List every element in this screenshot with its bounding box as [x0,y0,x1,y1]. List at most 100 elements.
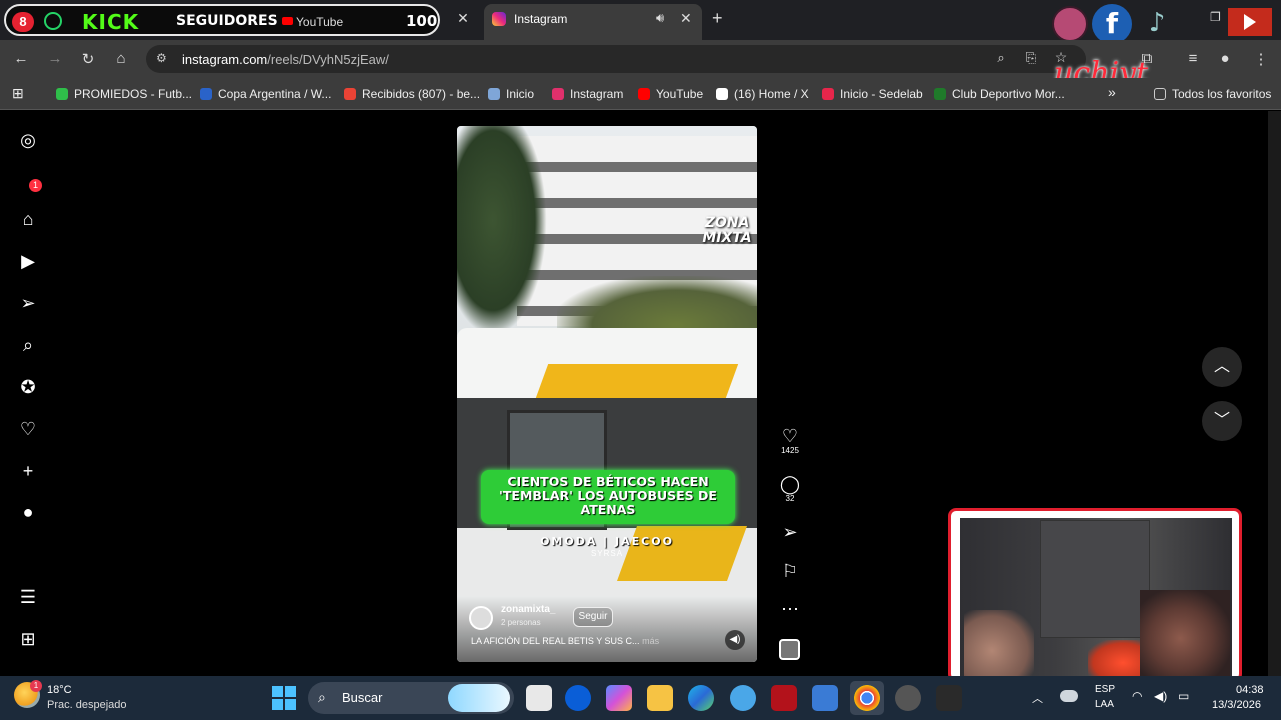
bookmark-item[interactable]: Copa Argentina / W... [200,87,331,101]
author-avatar[interactable] [469,606,493,630]
bookmark-item[interactable]: Club Deportivo Mor... [934,87,1065,101]
taskbar-search[interactable]: ⌕ Buscar [308,682,514,714]
bookmark-item[interactable]: Instagram [552,87,623,101]
instagram-logo-icon [1052,6,1088,42]
speaker-icon[interactable]: 🔊︎ [656,10,664,26]
description-text: LA AFICIÓN DEL REAL BETIS Y SUS C... [471,636,640,646]
store-icon[interactable] [812,685,838,711]
reading-list-icon[interactable]: ≡ [1184,50,1202,67]
file-explorer-icon[interactable] [647,685,673,711]
create-plus-icon[interactable]: + [17,460,39,482]
tab-instagram[interactable]: Instagram 🔊︎ ✕ [484,4,702,40]
onedrive-icon[interactable] [1060,690,1078,702]
obs-icon[interactable] [895,685,921,711]
copilot-icon[interactable] [606,685,632,711]
like-button[interactable]: ♡ 1425 [778,426,802,455]
apps-grid-icon[interactable]: ⊞ [12,85,24,102]
restore-window-icon[interactable]: ❐ [1210,10,1221,24]
profile-avatar-icon[interactable]: ● [1216,50,1234,67]
clock-date[interactable]: 13/3/2026 [1212,699,1261,711]
zoom-icon[interactable]: ⌕ [992,50,1010,66]
bookmark-label: Todos los favoritos [1172,87,1272,101]
site-info-icon[interactable]: ⚙ [156,51,172,67]
bookmark-item[interactable]: Inicio [488,87,534,101]
back-icon[interactable]: ← [12,50,30,67]
weather-app-icon[interactable] [730,685,756,711]
forward-icon[interactable]: → [46,50,64,67]
bookmark-label: YouTube [656,87,704,101]
language-indicator[interactable]: ESP [1095,684,1115,695]
share-button[interactable]: ➢ [778,522,802,542]
home-icon[interactable]: ⌂ [17,208,39,230]
more-options-button[interactable]: ⋯ [778,599,802,619]
author-username[interactable]: zonamixta_ [501,604,555,615]
start-button[interactable] [272,686,296,710]
reload-icon[interactable]: ↻ [79,50,97,68]
notifications-heart-icon[interactable]: ♡ [17,418,39,440]
tab-youtube-label[interactable]: YouTube [296,15,343,29]
battery-icon[interactable]: ▭ [1178,689,1189,703]
weather-description[interactable]: Prac. despejado [47,699,127,711]
explore-icon[interactable]: ✪ [17,376,39,398]
mute-icon[interactable]: ◀) [725,630,745,650]
close-tab-icon[interactable]: ✕ [456,10,470,28]
show-hidden-icons-chevron-icon[interactable]: ︿ [1032,690,1043,706]
threads-icon[interactable]: ⊞ [17,628,39,650]
youtube-icon [282,17,293,25]
reels-icon[interactable]: ▶ [17,250,39,272]
task-view-icon[interactable] [526,685,552,711]
bookmark-icon: ⚐ [781,561,799,581]
mcafee-icon[interactable] [771,685,797,711]
tagged-people[interactable]: 2 personas [501,618,541,627]
bookmark-item[interactable]: PROMIEDOS - Futb... [56,87,192,101]
bookmark-label: (16) Home / X [734,87,809,101]
previous-reel-button[interactable]: ︿ [1202,347,1242,387]
search-highlight-image [448,684,510,712]
menu-icon[interactable]: ⋮ [1252,50,1270,68]
keyboard-layout-indicator[interactable]: LAA [1095,699,1114,710]
reel-description[interactable]: LA AFICIÓN DEL REAL BETIS Y SUS C... más [471,636,731,646]
instagram-logo-icon[interactable]: ◎ [17,129,39,151]
clock-time[interactable]: 04:38 [1236,684,1264,696]
home-icon[interactable]: ⌂ [112,50,130,67]
follow-button[interactable]: Seguir [573,607,613,627]
video-sponsor-sub: SYRSA [590,549,624,558]
bookmark-item[interactable]: Recibidos (807) - be... [344,87,480,101]
reel-video[interactable]: ZONA MIXTA CIENTOS DE BÉTICOS HACEN 'TEM… [457,126,757,662]
bookmark-item[interactable]: YouTube [638,87,703,101]
video-sponsor: OMODA | JAECOO [540,535,674,548]
profile-avatar-icon[interactable]: ● [17,501,39,523]
hp-icon[interactable] [565,685,591,711]
more-link[interactable]: más [642,636,659,646]
bookmark-favicon-icon [56,88,68,100]
tab-strip: 8 KICK SEGUIDORES YouTube 100 ✕ Instagra… [0,0,1281,44]
comment-icon: ◯ [779,474,801,494]
comment-button[interactable]: ◯ 32 [778,474,802,503]
all-bookmarks-folder[interactable]: Todos los favoritos [1154,87,1271,101]
page-scrollbar[interactable] [1268,111,1281,676]
search-icon[interactable]: ⌕ [17,334,39,356]
new-tab-icon[interactable]: + [712,8,723,29]
next-reel-button[interactable]: ﹀ [1202,401,1242,441]
url-host: instagram.com [182,52,268,67]
facebook-logo-icon: f [1092,4,1132,44]
close-tab-icon[interactable]: ✕ [680,10,692,27]
address-bar[interactable]: ⚙ instagram.com/reels/DVyhN5zjEaw/ ⌕ ⎘ ☆ [146,45,1086,73]
messages-icon[interactable]: ➢ [17,292,39,314]
weather-temperature[interactable]: 18°C [47,684,72,696]
save-button[interactable]: ⚐ [778,561,802,581]
install-app-icon[interactable]: ⎘ [1022,50,1040,66]
bookmarks-bar: ⊞ PROMIEDOS - Futb... Copa Argentina / W… [0,78,1281,110]
url-text[interactable]: instagram.com/reels/DVyhN5zjEaw/ [182,52,389,67]
app-icon[interactable] [936,685,962,711]
more-menu-icon[interactable]: ☰ [17,586,39,608]
wifi-icon[interactable]: ◠ [1132,689,1142,703]
more-dots-icon: ⋯ [781,599,799,619]
more-bookmarks-icon[interactable]: » [1108,84,1116,100]
video-tree [457,126,547,336]
audio-thumbnail[interactable] [779,639,800,660]
bookmark-item[interactable]: Inicio - Sedelab [822,87,923,101]
volume-icon[interactable]: ◀) [1154,689,1167,703]
bookmark-item[interactable]: (16) Home / X [716,87,809,101]
edge-icon[interactable] [688,685,714,711]
